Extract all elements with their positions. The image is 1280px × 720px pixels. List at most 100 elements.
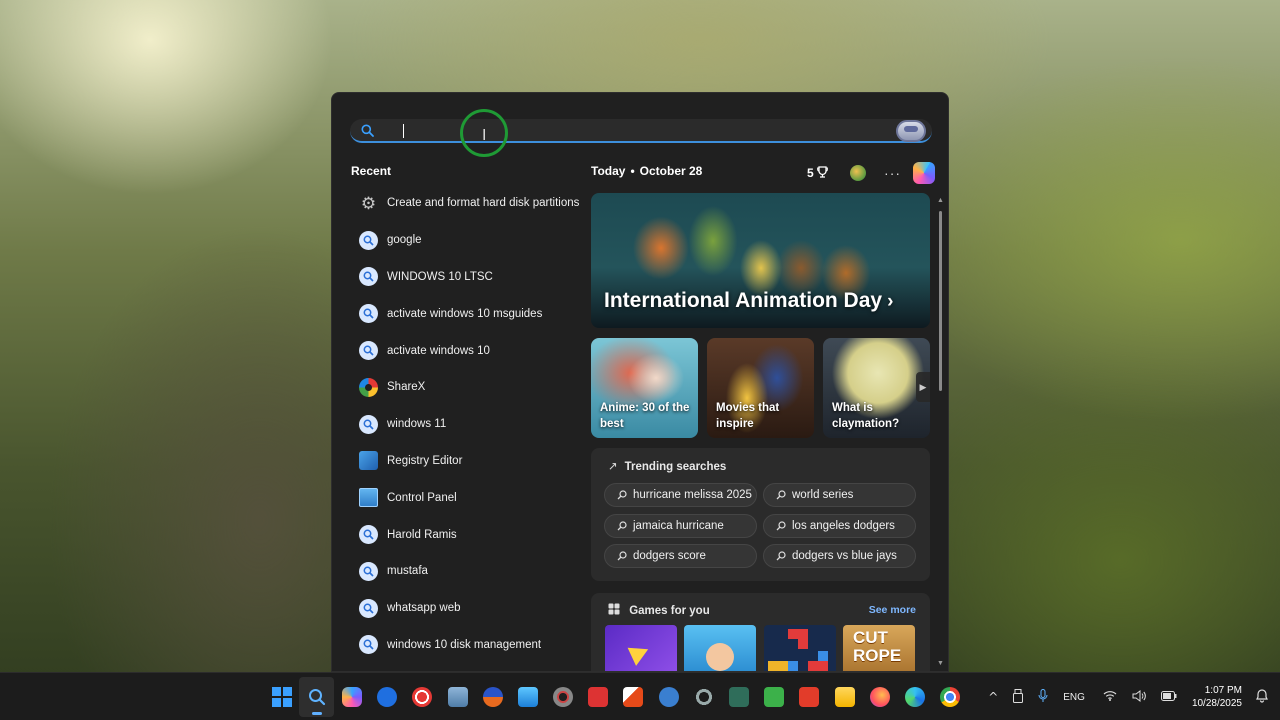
scrollbar[interactable]: ▲ ▼ [937, 197, 944, 667]
recent-item-label: Control Panel [387, 491, 457, 504]
taskbar-app[interactable] [440, 677, 475, 717]
topic-card[interactable]: Movies that inspire [707, 338, 814, 438]
search-icon [776, 551, 786, 561]
taskbar-app[interactable] [581, 677, 616, 717]
taskbar-app[interactable] [721, 677, 756, 717]
recent-item-label: windows 11 [387, 418, 447, 431]
see-more-link[interactable]: See more [869, 604, 916, 616]
trending-pill[interactable]: world series [763, 483, 916, 507]
settings-gear-icon: ⚙ [360, 193, 377, 213]
search-input[interactable] [384, 121, 864, 139]
scrollbar-thumb[interactable] [939, 211, 942, 391]
recent-item[interactable]: windows 10 disk management [350, 627, 582, 664]
microphone-icon[interactable] [1038, 688, 1048, 706]
record-icon [412, 687, 433, 707]
search-icon [617, 490, 627, 500]
language-indicator[interactable]: ENG [1063, 692, 1085, 703]
recent-item[interactable]: WINDOWS 10 LTSC [350, 259, 582, 296]
taskbar-photos[interactable] [510, 677, 545, 717]
rewards-points-value: 5 [807, 166, 814, 180]
topic-card[interactable]: What is claymation? [823, 338, 930, 438]
taskbar-media-player[interactable] [370, 677, 405, 717]
trending-pill[interactable]: dodgers score [604, 544, 757, 568]
search-icon [359, 561, 378, 581]
volume-icon[interactable] [1132, 689, 1146, 705]
more-options-icon[interactable]: ··· [884, 165, 901, 181]
taskbar-app[interactable] [792, 677, 827, 717]
recent-item-label: windows 10 disk management [387, 638, 542, 651]
topic-card-caption: Movies that inspire [716, 402, 780, 430]
taskbar-qbittorrent[interactable] [651, 677, 686, 717]
game-tile[interactable] [684, 625, 756, 671]
hero-card[interactable]: International Animation Day › [591, 193, 930, 328]
next-arrow-icon[interactable]: ▶ [916, 372, 930, 402]
recent-item-label: whatsapp web [387, 602, 461, 615]
recent-item[interactable]: mustafa [350, 553, 582, 590]
trending-pill[interactable]: hurricane melissa 2025 [604, 483, 757, 507]
game-tile[interactable]: CUT ROPE [843, 625, 915, 671]
search-icon [308, 689, 325, 706]
recent-item-label: Create and format hard disk partitions [387, 197, 580, 210]
clock[interactable]: 1:07 PM 10/28/2025 [1192, 684, 1242, 710]
recent-item[interactable]: Harold Ramis [350, 516, 582, 553]
search-icon [776, 521, 786, 531]
scroll-down-icon[interactable]: ▼ [937, 660, 944, 667]
recent-item-label: Harold Ramis [387, 528, 457, 541]
circle-app-icon [693, 687, 714, 707]
search-icon [361, 124, 374, 142]
trending-pill[interactable]: los angeles dodgers [763, 514, 916, 538]
today-header: Today • October 28 [591, 164, 702, 178]
taskbar-chrome[interactable] [933, 677, 968, 717]
game-tile[interactable] [605, 625, 677, 671]
recent-item-label: Registry Editor [387, 454, 463, 467]
taskbar-edge[interactable] [897, 677, 932, 717]
recent-item[interactable]: activate windows 10 msguides [350, 295, 582, 332]
search-bar[interactable] [350, 119, 932, 143]
trending-pill[interactable]: dodgers vs blue jays [763, 544, 916, 568]
registry-editor-icon [359, 451, 378, 471]
today-date: October 28 [639, 164, 703, 178]
topic-card[interactable]: Anime: 30 of the best [591, 338, 698, 438]
trending-pill[interactable]: jamaica hurricane [604, 514, 757, 538]
taskbar-recorder[interactable] [405, 677, 440, 717]
scroll-up-icon[interactable]: ▲ [937, 197, 944, 204]
firefox-icon [869, 687, 890, 707]
copilot-plus-pc-icon[interactable] [896, 120, 926, 142]
taskbar-camtasia[interactable] [757, 677, 792, 717]
taskbar-search-button[interactable] [299, 677, 335, 717]
topic-card-caption: What is claymation? [832, 402, 900, 430]
wifi-icon[interactable] [1103, 690, 1117, 704]
taskbar: ^ ENG 1:07 PM 10/28/2025 [0, 672, 1280, 720]
taskbar-app[interactable] [546, 677, 581, 717]
game-tile[interactable] [764, 625, 836, 671]
avatar[interactable] [850, 165, 867, 181]
taskbar-apps [264, 673, 968, 720]
trophy-icon [817, 166, 828, 180]
camtasia-icon [764, 687, 785, 707]
recent-item[interactable]: ⚙ Create and format hard disk partitions [350, 185, 582, 222]
taskbar-snipping-tool[interactable] [616, 677, 651, 717]
recent-item[interactable]: whatsapp web [350, 590, 582, 627]
recent-item[interactable]: activate windows 10 [350, 332, 582, 369]
recent-item[interactable]: Control Panel [350, 479, 582, 516]
usb-device-icon[interactable] [1013, 688, 1024, 706]
copilot-icon [341, 687, 362, 707]
taskbar-app[interactable] [686, 677, 721, 717]
recent-item[interactable]: google [350, 222, 582, 259]
taskbar-firefox[interactable] [862, 677, 897, 717]
rewards-points[interactable]: 5 [807, 166, 828, 180]
chevron-right-icon: › [887, 291, 894, 312]
recent-item[interactable]: windows 11 [350, 406, 582, 443]
taskbar-app[interactable] [475, 677, 510, 717]
recent-item[interactable]: ShareX [350, 369, 582, 406]
start-button[interactable] [264, 677, 299, 717]
search-icon [359, 304, 378, 324]
taskbar-file-explorer[interactable] [827, 677, 862, 717]
taskbar-copilot[interactable] [334, 677, 369, 717]
show-hidden-icons-chevron[interactable]: ^ [988, 690, 998, 704]
battery-icon[interactable] [1160, 690, 1177, 704]
recent-item[interactable]: Registry Editor [350, 443, 582, 480]
copilot-icon[interactable] [913, 162, 936, 184]
notification-bell-icon[interactable] [1256, 688, 1268, 706]
bluetooth-app-icon [482, 687, 503, 707]
